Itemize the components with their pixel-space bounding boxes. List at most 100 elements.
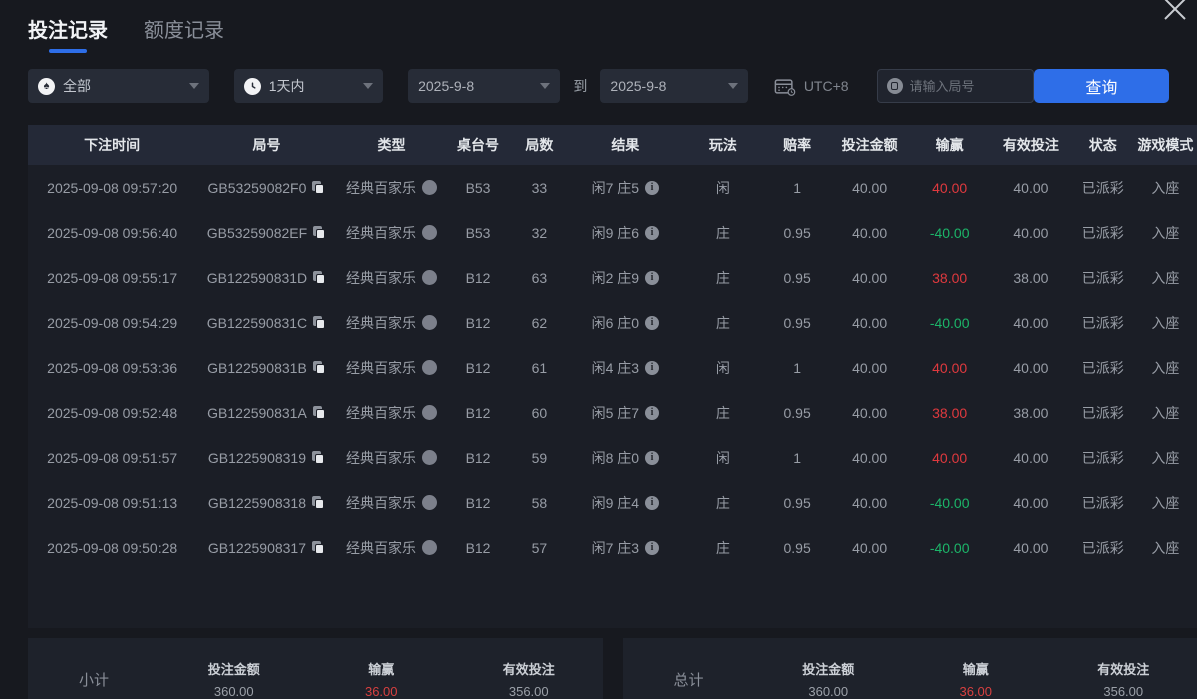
query-button[interactable]: 查询 — [1033, 69, 1169, 103]
active-tab-underline — [49, 49, 87, 53]
info-icon[interactable]: i — [645, 315, 660, 330]
status-cell: 已派彩 — [1081, 539, 1124, 556]
round-id-cell: GB1225908319 — [196, 435, 336, 480]
info-icon[interactable]: i — [645, 495, 660, 510]
round-no-cell: 61 — [531, 359, 548, 376]
info-icon[interactable]: i — [645, 405, 660, 420]
game-logo-icon — [422, 180, 438, 195]
table-header-row: 下注时间 局号 类型 桌台号 局数 结果 玩法 赔率 投注金额 输赢 有效投注 状态 游戏模式 — [28, 125, 1197, 165]
tab-quota-records[interactable]: 额度记录 — [144, 14, 224, 53]
round-no-cell: 58 — [531, 494, 548, 511]
game-type-cell: 经典百家乐 — [337, 255, 447, 300]
timezone-group: UTC+8 — [774, 77, 849, 96]
table-row: 2025-09-08 09:53:36 GB122590831B 经典百家乐 B… — [28, 345, 1197, 390]
odds-cell: 1 — [793, 359, 802, 376]
round-no-cell: 33 — [531, 179, 548, 196]
table-no-cell: B53 — [465, 179, 491, 196]
copy-icon[interactable] — [313, 271, 326, 284]
result-cell: 闲9 庄6 i — [569, 210, 681, 255]
game-logo-icon — [422, 450, 438, 465]
win-loss-cell: -40.00 — [929, 314, 970, 331]
valid-bet-cell: 40.00 — [1013, 449, 1049, 466]
odds-cell: 0.95 — [783, 224, 811, 241]
game-mode-cell: 入座 — [1151, 269, 1180, 286]
result-cell: 闲4 庄3 i — [569, 345, 681, 390]
game-logo-icon — [422, 495, 438, 510]
time-range-dropdown[interactable]: 1天内 — [233, 69, 384, 103]
tab-label: 额度记录 — [144, 20, 224, 42]
timezone-label: UTC+8 — [803, 78, 849, 94]
total-valid: 有效投注 356.00 — [1097, 662, 1150, 699]
subtotal-bet: 投注金额 360.00 — [207, 662, 260, 699]
bet-amount-cell: 40.00 — [852, 179, 888, 196]
table-no-cell: B12 — [465, 449, 491, 466]
result-cell: 闲8 庄0 i — [569, 435, 681, 480]
column-header: 状态 — [1071, 125, 1134, 165]
table-row: 2025-09-08 09:56:40 GB53259082EF 经典百家乐 B… — [28, 210, 1197, 255]
table-row: 2025-09-08 09:50:28 GB1225908317 经典百家乐 B… — [28, 525, 1197, 570]
copy-icon[interactable] — [312, 541, 325, 554]
game-mode-cell: 入座 — [1151, 224, 1180, 241]
total-label: 总计 — [673, 671, 704, 689]
column-header: 结果 — [569, 125, 682, 165]
clock-icon — [243, 77, 261, 95]
info-icon[interactable]: i — [645, 540, 660, 555]
table-no-cell: B53 — [465, 224, 491, 241]
column-header: 玩法 — [681, 125, 765, 165]
copy-icon[interactable] — [312, 181, 325, 194]
game-type-cell: 经典百家乐 — [337, 345, 447, 390]
column-header: 下注时间 — [28, 125, 197, 165]
copy-icon[interactable] — [312, 406, 326, 419]
table-row: 2025-09-08 09:52:48 GB122590831A 经典百家乐 B… — [28, 390, 1197, 435]
copy-icon[interactable] — [313, 226, 326, 239]
to-label: 到 — [573, 78, 588, 94]
close-icon[interactable] — [1157, 0, 1193, 27]
odds-cell: 0.95 — [783, 404, 811, 421]
play-cell: 闲 — [715, 359, 730, 376]
bet-time-cell: 2025-09-08 09:51:57 — [47, 449, 178, 466]
column-header: 类型 — [336, 125, 447, 165]
bet-amount-cell: 40.00 — [852, 359, 888, 376]
valid-bet-cell: 40.00 — [1013, 314, 1049, 331]
date-to-dropdown[interactable]: 2025-9-8 — [600, 69, 748, 103]
column-header: 游戏模式 — [1133, 125, 1197, 165]
valid-bet-cell: 38.00 — [1013, 404, 1049, 421]
tab-label: 投注记录 — [28, 20, 108, 42]
column-header: 局号 — [196, 125, 337, 165]
win-loss-cell: 38.00 — [932, 269, 968, 286]
table-body: 2025-09-08 09:57:20 GB53259082F0 经典百家乐 B… — [28, 165, 1197, 570]
table-no-cell: B12 — [465, 359, 491, 376]
valid-bet-cell: 40.00 — [1013, 539, 1049, 556]
valid-bet-cell: 40.00 — [1013, 179, 1049, 196]
bet-time-cell: 2025-09-08 09:55:17 — [47, 269, 178, 286]
time-range-value: 1天内 — [268, 78, 305, 94]
tab-betting-records[interactable]: 投注记录 — [28, 14, 108, 53]
chevron-down-icon — [540, 83, 551, 89]
result-cell: 闲7 庄5 i — [569, 165, 681, 210]
copy-icon[interactable] — [312, 361, 326, 374]
table-row: 2025-09-08 09:55:17 GB122590831D 经典百家乐 B… — [28, 255, 1197, 300]
game-type-dropdown[interactable]: ♠ 全部 — [28, 69, 209, 103]
round-no-cell: 60 — [531, 404, 548, 421]
odds-cell: 1 — [793, 179, 802, 196]
info-icon[interactable]: i — [645, 225, 660, 240]
info-icon[interactable]: i — [645, 270, 660, 285]
info-icon[interactable]: i — [645, 450, 660, 465]
calendar-clock-icon — [774, 78, 796, 96]
status-cell: 已派彩 — [1081, 224, 1124, 241]
date-from-dropdown[interactable]: 2025-9-8 — [408, 69, 561, 103]
info-icon[interactable]: i — [645, 180, 660, 195]
column-header: 局数 — [509, 125, 570, 165]
info-icon[interactable]: i — [645, 360, 660, 375]
copy-icon[interactable] — [312, 496, 325, 509]
play-cell: 庄 — [715, 224, 730, 241]
date-to-value: 2025-9-8 — [610, 78, 667, 94]
subtotal-valid: 有效投注 356.00 — [502, 662, 555, 699]
round-id-cell: GB122590831B — [196, 345, 336, 390]
play-cell: 闲 — [715, 179, 730, 196]
bet-amount-cell: 40.00 — [852, 404, 888, 421]
copy-icon[interactable] — [312, 451, 325, 464]
bet-time-cell: 2025-09-08 09:50:28 — [47, 539, 178, 556]
copy-icon[interactable] — [313, 316, 326, 329]
round-input[interactable] — [909, 78, 1020, 94]
